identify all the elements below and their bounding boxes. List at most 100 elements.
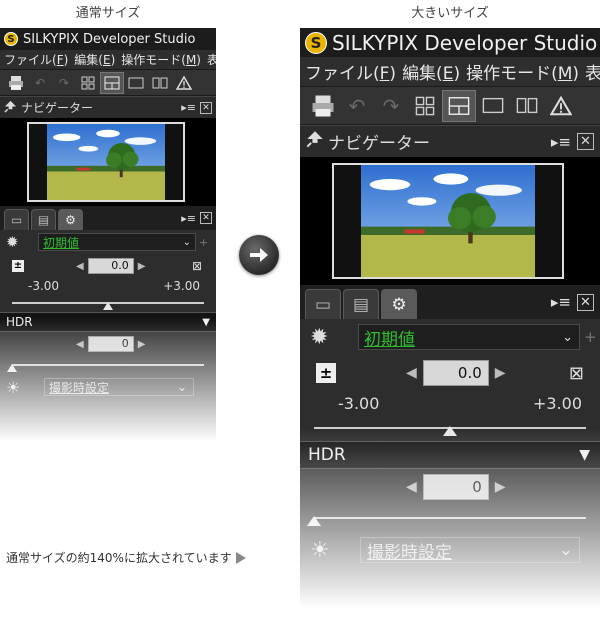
folder-tab-icon[interactable]: ▭ (4, 209, 29, 230)
large-size-caption: 大きいサイズ (411, 6, 489, 21)
hdr-title: HDR (6, 315, 33, 329)
warning-icon[interactable] (544, 90, 578, 122)
pin-icon[interactable] (306, 130, 324, 153)
exposure-range: -3.00 +3.00 (0, 278, 216, 294)
hdr-header[interactable]: HDR ▼ (0, 312, 216, 332)
hdr-slider[interactable] (0, 356, 216, 374)
compare-view-icon[interactable] (510, 90, 544, 122)
navigator-view[interactable] (0, 118, 216, 206)
split-view-icon[interactable] (100, 71, 124, 94)
preset-select[interactable]: 初期値 ⌄ (358, 324, 580, 350)
menu-file[interactable]: ファイル(F) (4, 51, 68, 68)
menu-view[interactable]: 表 (207, 51, 216, 68)
auto-exposure-icon[interactable]: ⊠ (192, 259, 202, 273)
panel-menu-icon[interactable]: ▸≡ (181, 212, 196, 225)
chevron-down-icon: ▼ (202, 316, 210, 328)
pin-icon[interactable] (4, 100, 17, 116)
exposure-slider[interactable] (0, 294, 216, 312)
normal-size-panel: S SILKYPIX Developer Studio ファイル(F) 編集(E… (0, 28, 216, 448)
exposure-min-label: -3.00 (338, 393, 380, 413)
navigator-header: ナビゲーター ▸≡ ✕ (300, 125, 600, 157)
slider-handle[interactable] (103, 302, 113, 310)
slider-handle[interactable] (7, 364, 17, 372)
compare-view-icon[interactable] (148, 72, 172, 94)
exposure-range: -3.00 +3.00 (300, 391, 600, 415)
exposure-slider[interactable] (300, 415, 600, 441)
hdr-header[interactable]: HDR ▼ (300, 441, 600, 469)
increment-icon[interactable]: ▶ (138, 261, 146, 272)
decrement-icon[interactable]: ◀ (406, 479, 417, 495)
gear-icon: ✹ (310, 324, 329, 350)
auto-exposure-icon[interactable]: ⊠ (569, 363, 584, 384)
develop-settings-tab-icon[interactable]: ⚙ (58, 209, 83, 230)
navigator-title: ナビゲーター (328, 134, 430, 154)
undo-icon[interactable]: ↶ (28, 72, 52, 94)
preset-value: 初期値 (43, 235, 80, 250)
single-view-icon[interactable] (124, 72, 148, 94)
menu-edit[interactable]: 編集(E) (402, 59, 460, 84)
folder-tab-icon[interactable]: ▭ (305, 289, 341, 319)
exposure-input[interactable]: 0.0 (87, 258, 134, 274)
menu-view[interactable]: 表 (585, 59, 600, 84)
white-balance-select[interactable]: 撮影時設定 ⌄ (44, 378, 194, 396)
scale-note: 通常サイズの約140%に拡大されています (6, 549, 246, 566)
shooting-settings-row: ☀ 撮影時設定 ⌄ (300, 531, 600, 569)
close-icon[interactable]: ✕ (200, 101, 212, 114)
add-preset-icon[interactable]: + (584, 328, 597, 346)
panel-menu-icon[interactable]: ▸≡ (551, 293, 571, 311)
hdr-slider[interactable] (300, 505, 600, 531)
hdr-input[interactable]: 0 (422, 474, 489, 500)
decrement-icon[interactable]: ◀ (76, 261, 84, 272)
redo-icon[interactable]: ↷ (374, 90, 408, 122)
develop-settings-tab-icon[interactable]: ⚙ (381, 289, 417, 319)
increment-icon[interactable]: ▶ (138, 339, 146, 350)
comparison-figure: 通常サイズ 大きいサイズ S SILKYPIX Developer Studio… (0, 0, 600, 628)
close-icon[interactable]: ✕ (577, 293, 594, 311)
landscape-photo (47, 124, 165, 200)
navigator-thumbnail (27, 122, 185, 202)
increment-icon[interactable]: ▶ (495, 365, 506, 381)
increment-icon[interactable]: ▶ (495, 479, 506, 495)
hdr-input[interactable]: 0 (87, 336, 134, 352)
grid-view-icon[interactable] (76, 72, 100, 94)
comment-tab-icon[interactable]: ▤ (343, 289, 379, 319)
redo-icon[interactable]: ↷ (52, 72, 76, 94)
close-icon[interactable]: ✕ (577, 133, 594, 150)
panel-menu-icon[interactable]: ▸≡ (181, 101, 196, 114)
exposure-input[interactable]: 0.0 (422, 360, 489, 386)
title-bar[interactable]: S SILKYPIX Developer Studio (300, 28, 600, 57)
panel-menu-icon[interactable]: ▸≡ (551, 133, 571, 151)
gear-icon: ✹ (6, 233, 19, 251)
hdr-spinner: ◀ 0 ▶ (400, 474, 512, 500)
decrement-icon[interactable]: ◀ (406, 365, 417, 381)
menu-edit[interactable]: 編集(E) (74, 51, 115, 68)
add-preset-icon[interactable]: + (199, 236, 208, 249)
sun-icon: ☀ (310, 537, 330, 563)
decrement-icon[interactable]: ◀ (76, 339, 84, 350)
printer-icon[interactable] (306, 90, 340, 122)
comment-tab-icon[interactable]: ▤ (31, 209, 56, 230)
navigator-thumbnail (332, 163, 564, 279)
menu-mode[interactable]: 操作モード(M) (466, 59, 579, 84)
title-bar[interactable]: S SILKYPIX Developer Studio (0, 28, 216, 50)
sun-icon: ☀ (6, 377, 21, 397)
split-view-icon[interactable] (442, 89, 476, 122)
warning-icon[interactable] (172, 72, 196, 94)
landscape-photo (361, 165, 535, 277)
slider-handle[interactable] (443, 426, 457, 436)
toolbar: ↶ ↷ (300, 87, 600, 125)
menu-mode[interactable]: 操作モード(M) (121, 51, 201, 68)
develop-panel-body: ✹ 初期値 ⌄ + ± ◀ 0.0 ▶ ⊠ -3.00 +3.00 HDR ▼ … (0, 230, 216, 400)
navigator-view[interactable] (300, 157, 600, 285)
exposure-spinner: ◀ 0.0 ▶ (400, 360, 512, 386)
undo-icon[interactable]: ↶ (340, 90, 374, 122)
preset-select[interactable]: 初期値 ⌄ (38, 233, 196, 251)
printer-icon[interactable] (4, 72, 28, 94)
slider-handle[interactable] (307, 516, 321, 526)
grid-view-icon[interactable] (408, 90, 442, 122)
white-balance-select[interactable]: 撮影時設定 ⌄ (360, 537, 580, 563)
single-view-icon[interactable] (476, 90, 510, 122)
close-icon[interactable]: ✕ (200, 212, 212, 224)
menu-file[interactable]: ファイル(F) (305, 59, 396, 84)
exposure-max-label: +3.00 (163, 279, 200, 293)
